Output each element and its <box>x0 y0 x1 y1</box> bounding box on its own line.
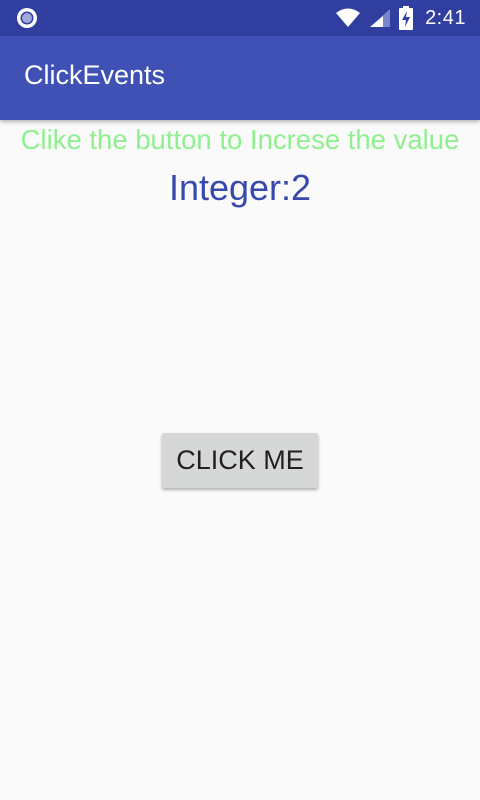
hint-text: Clike the button to Increse the value <box>20 124 460 155</box>
click-me-button[interactable]: CLICK ME <box>162 433 318 488</box>
integer-value-label: Integer:2 <box>168 167 312 208</box>
cell-signal-icon <box>370 9 391 27</box>
status-icons: 2:41 <box>335 0 480 36</box>
battery-charging-icon <box>399 6 414 30</box>
status-time: 2:41 <box>425 6 466 29</box>
status-bar: 2:41 <box>0 0 480 36</box>
wifi-icon <box>336 8 361 27</box>
app-title: ClickEvents <box>24 60 166 90</box>
app-screen: 2:41 ClickEvents Clike the button to Inc… <box>0 0 480 800</box>
notification-circle-icon <box>17 8 37 28</box>
app-bar: ClickEvents <box>0 36 480 120</box>
